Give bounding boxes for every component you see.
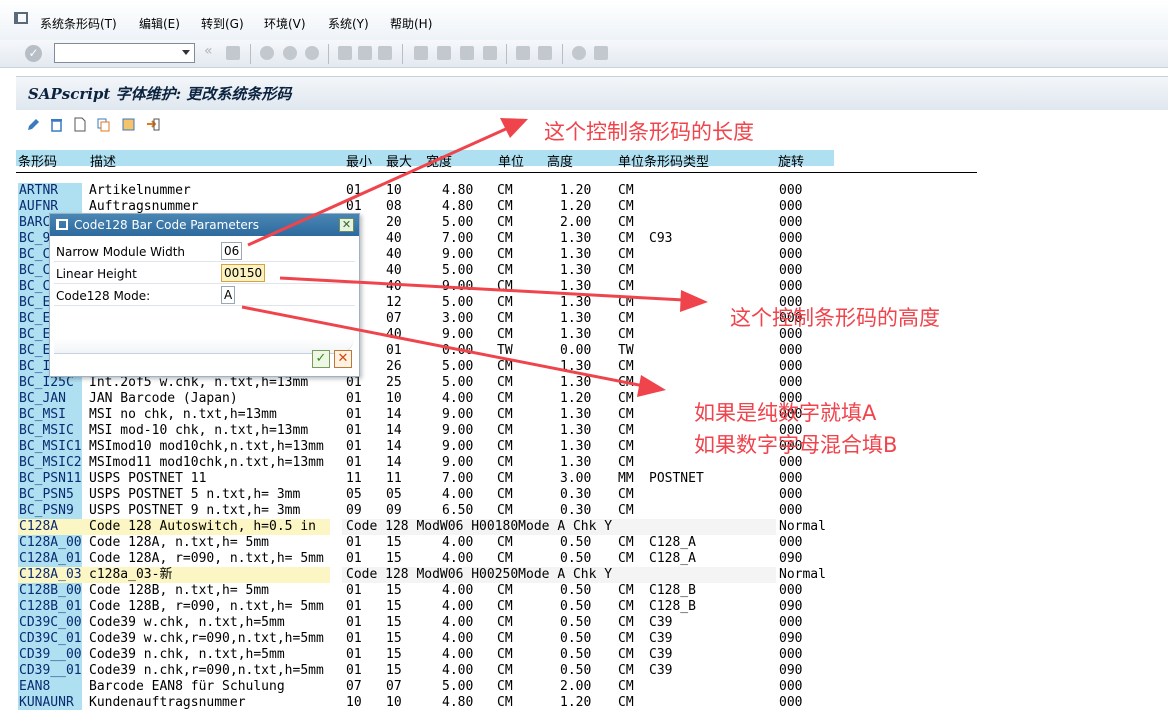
confirm-button[interactable]: ✓: [312, 350, 330, 368]
dialog-titlebar[interactable]: Code128 Bar Code Parameters ✕: [50, 214, 359, 236]
table-row-highlighted[interactable]: C128A Code 128 Autoswitch, h=0.5 in Code 1…: [0, 519, 1168, 535]
shortcut-icon[interactable]: [538, 46, 552, 60]
col-unit: 单位: [498, 155, 525, 170]
table-row[interactable]: BC_MSIC MSI mod-10 chk, n.txt,h=13mm 01 14 9…: [0, 423, 1168, 439]
table-row[interactable]: BC_PSN9 USPS POSTNET 9 n.txt,h= 3mm 09 09 6.…: [0, 503, 1168, 519]
title-bar: SAPscript 字体维护: 更改系统条形码: [16, 76, 1168, 110]
table-row[interactable]: ARTNR Artikelnummer 01 10 4.80 CM 1.20 CM 000: [0, 183, 1168, 199]
col-width: 宽度: [426, 155, 453, 170]
rename-icon[interactable]: [121, 117, 136, 132]
delete-icon[interactable]: [49, 117, 64, 132]
menu-help[interactable]: 帮助(H): [390, 15, 432, 32]
col-height: 高度: [547, 155, 574, 170]
save-icon[interactable]: [226, 46, 240, 60]
col-type: 单位条形码类型: [618, 155, 710, 170]
menu-bar: 系统条形码(T) 编辑(E) 转到(G) 环境(V) 系统(Y) 帮助(H): [0, 0, 1168, 40]
table-row[interactable]: C128A_01 Code 128A, r=090, n.txt,h= 5mm 01…: [0, 551, 1168, 567]
narrow-module-width-label: Narrow Module Width: [56, 245, 186, 259]
next-page-icon[interactable]: [460, 46, 474, 60]
width-annotation: 这个控制条形码的长度: [544, 120, 754, 144]
edit-pencil-icon[interactable]: [26, 117, 41, 132]
col-min: 最小: [346, 155, 373, 170]
height-annotation: 这个控制条形码的高度: [730, 306, 940, 330]
standard-toolbar: ✓ «: [0, 40, 1168, 68]
table-row[interactable]: BC_MSI MSI no chk, n.txt,h=13mm 01 14 9.00 CM…: [0, 407, 1168, 423]
dialog-title: Code128 Bar Code Parameters: [74, 218, 259, 232]
table-row[interactable]: CD39__01 Code39 n.chk,r=090,n.txt,h=5mm 01…: [0, 663, 1168, 679]
col-desc: 描述: [90, 155, 117, 170]
application-toolbar: [16, 112, 416, 138]
table-row[interactable]: CD39__00 Code39 n.chk, n.txt,h=5mm 01 15 4.0…: [0, 647, 1168, 663]
layout-menu-icon[interactable]: [594, 46, 608, 60]
table-row[interactable]: BC_JAN JAN Barcode (Japan) 01 10 4.00 CM 1.20 C…: [0, 391, 1168, 407]
dialog-body: Narrow Module Width 06 Linear Height 001…: [54, 240, 355, 306]
menu-edit[interactable]: 编辑(E): [139, 15, 180, 32]
page-title: SAPscript 字体维护: 更改系统条形码: [28, 85, 292, 103]
narrow-module-width-input[interactable]: 06: [221, 242, 243, 260]
cancel-button[interactable]: ✕: [334, 350, 352, 368]
linear-height-label: Linear Height: [56, 267, 137, 281]
copy-icon[interactable]: [96, 117, 111, 132]
window-icon: [56, 219, 68, 230]
dialog-footer: [54, 338, 354, 354]
table-row[interactable]: BC_PSN11 USPS POSTNET 11 11 11 7.00 CM 3.00 MM P…: [0, 471, 1168, 487]
narrow-module-width-row: Narrow Module Width 06: [54, 240, 355, 262]
linear-height-row: Linear Height 00150: [54, 262, 355, 284]
table-row[interactable]: C128B_01 Code 128B, r=090, n.txt,h= 5mm 01…: [0, 599, 1168, 615]
table-row[interactable]: BC_MSIC1 MSImod10 mod10chk,n.txt,h=13mm 01…: [0, 439, 1168, 455]
find-icon[interactable]: [358, 46, 372, 60]
previous-page-icon[interactable]: [437, 46, 451, 60]
chevron-down-icon[interactable]: [182, 50, 190, 55]
menu-system[interactable]: 系统(Y): [328, 15, 369, 32]
code128-mode-label: Code128 Mode:: [56, 289, 151, 303]
exit-icon[interactable]: [283, 46, 297, 60]
code128-mode-input[interactable]: A: [221, 286, 236, 304]
mode-annotation-2: 如果数字字母混合填B: [694, 433, 898, 457]
print-icon[interactable]: [338, 46, 352, 60]
table-row[interactable]: BC_I25C Int.2of5 w.chk, n.txt,h=13mm 01 25 5…: [0, 375, 1168, 391]
back-arrows-icon: «: [204, 43, 213, 59]
code128-mode-row: Code128 Mode: A: [54, 284, 355, 306]
last-page-icon[interactable]: [483, 46, 497, 60]
find-next-icon[interactable]: [378, 46, 392, 60]
table-row-highlighted[interactable]: C128A_03 c128a_03-新 Code 128 ModW06 H00250…: [0, 567, 1168, 583]
new-session-icon[interactable]: [516, 46, 530, 60]
menu-environment[interactable]: 环境(V): [264, 15, 306, 32]
menu-barcode[interactable]: 系统条形码(T): [40, 15, 117, 32]
table-row[interactable]: CD39C_01 Code39 w.chk,r=090,n.txt,h=5mm 01…: [0, 631, 1168, 647]
close-icon[interactable]: ✕: [339, 218, 354, 232]
col-max: 最大: [386, 155, 413, 170]
cancel-icon[interactable]: [305, 46, 319, 60]
new-document-icon[interactable]: [72, 117, 87, 132]
help-icon[interactable]: [572, 46, 586, 60]
command-field[interactable]: [54, 43, 195, 63]
table-row[interactable]: C128B_00 Code 128B, n.txt,h= 5mm 01 15 4.00 C…: [0, 583, 1168, 599]
transport-icon[interactable]: [145, 117, 160, 132]
table-row[interactable]: CD39C_00 Code39 w.chk, n.txt,h=5mm 01 15 4.0…: [0, 615, 1168, 631]
table-row[interactable]: BC_MSIC2 MSImod11 mod10chk,n.txt,h=13mm 01…: [0, 455, 1168, 471]
table-row[interactable]: BC_PSN5 USPS POSTNET 5 n.txt,h= 3mm 05 05 4.…: [0, 487, 1168, 503]
column-header: 条形码 描述 最小 最大 宽度 单位 高度 单位条形码类型 旋转: [16, 150, 834, 170]
mode-annotation-1: 如果是纯数字就填A: [694, 401, 877, 425]
sap-menu-icon[interactable]: [14, 12, 28, 24]
enter-check-icon[interactable]: ✓: [25, 45, 42, 62]
col-rotation: 旋转: [778, 155, 805, 170]
col-code: 条形码: [18, 155, 58, 170]
menu-goto[interactable]: 转到(G): [201, 15, 244, 32]
first-page-icon[interactable]: [414, 46, 428, 60]
table-row[interactable]: EAN8 Barcode EAN8 für Schulung 07 07 5.00 CM 2…: [0, 679, 1168, 695]
table-row[interactable]: KUNAUNR Kundenauftragsnummer 10 10 4.80 CM 1.2…: [0, 695, 1168, 710]
header-divider: [16, 172, 977, 173]
back-icon[interactable]: [260, 46, 274, 60]
table-row[interactable]: C128A_00 Code 128A, n.txt,h= 5mm 01 15 4.00 C…: [0, 535, 1168, 551]
linear-height-input[interactable]: 00150: [221, 264, 266, 282]
arrow-width-head: [500, 118, 528, 138]
code128-parameters-dialog: Code128 Bar Code Parameters ✕ Narrow Mod…: [49, 213, 360, 377]
